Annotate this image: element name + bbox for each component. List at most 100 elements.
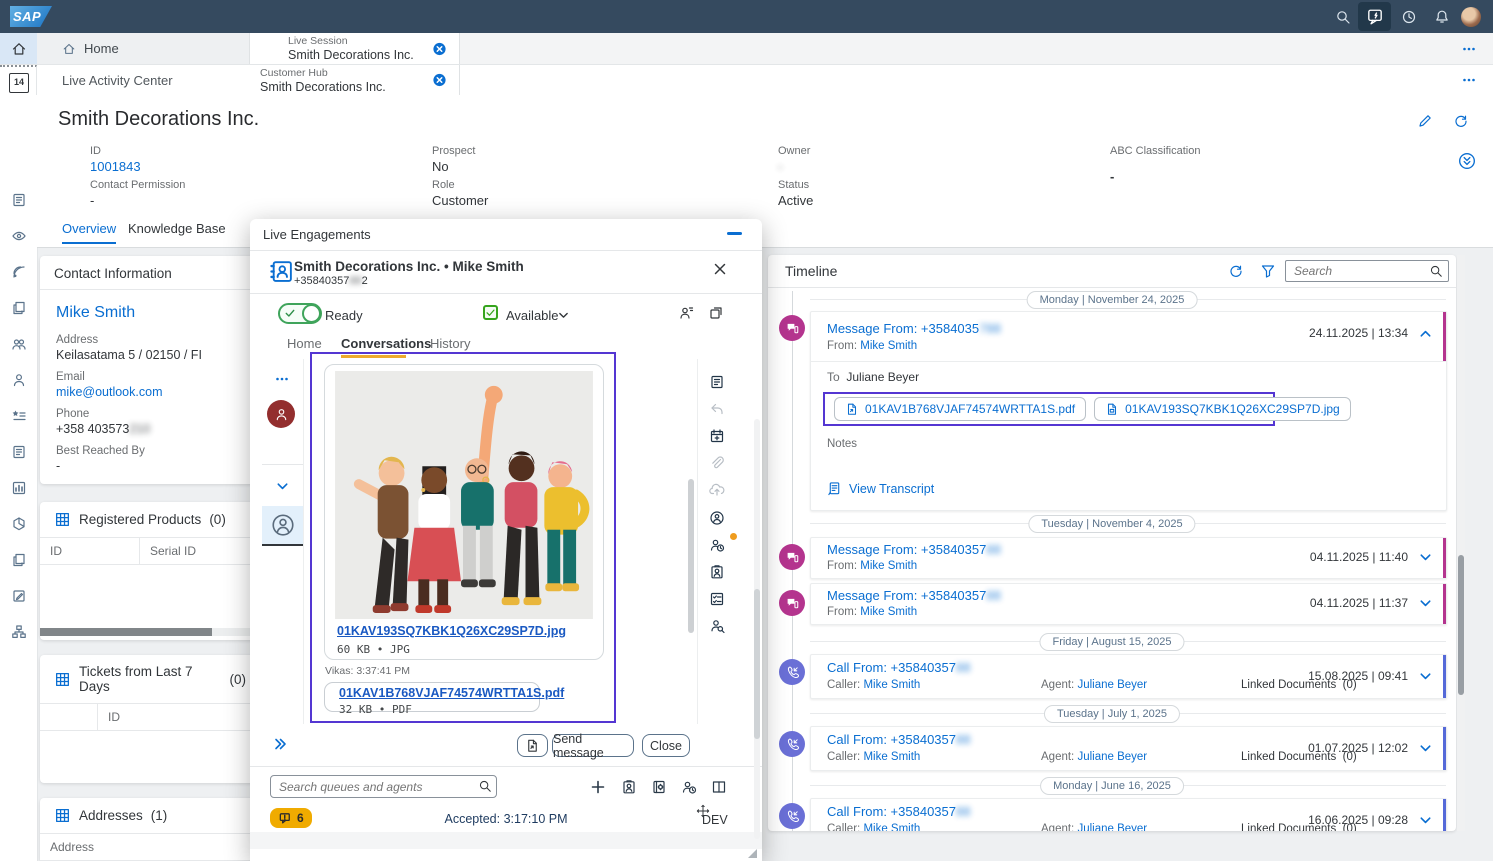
- entry-title-link[interactable]: Call From: +3584035788: [827, 660, 970, 675]
- view-transcript-link[interactable]: View Transcript: [849, 482, 934, 496]
- close-button[interactable]: Close: [642, 734, 690, 757]
- entry-title-link[interactable]: Message From: +3584035788: [827, 321, 1001, 336]
- tab-knowledge-base[interactable]: Knowledge Base: [128, 221, 226, 236]
- add-appointment-icon[interactable]: [708, 427, 725, 444]
- expand-chevron-down-icon[interactable]: [1418, 669, 1433, 684]
- person-link[interactable]: Mike Smith: [860, 606, 917, 618]
- cases-document-icon[interactable]: [10, 443, 27, 460]
- close-tab-icon[interactable]: [432, 41, 447, 56]
- person-link[interactable]: Mike Smith: [863, 823, 920, 831]
- feed-rss-icon[interactable]: [10, 263, 27, 280]
- clipboard-icon[interactable]: [620, 778, 637, 795]
- leads-star-list-icon[interactable]: [10, 407, 27, 424]
- analytics-chart-icon[interactable]: [10, 479, 27, 496]
- open-in-window-icon[interactable]: [708, 305, 724, 321]
- filter-icon[interactable]: [1260, 263, 1276, 279]
- sidebar-item-calendar[interactable]: 14: [0, 65, 37, 95]
- customer-history-icon[interactable]: [708, 536, 725, 553]
- close-icon[interactable]: [712, 261, 728, 277]
- attachment-jpg-chip[interactable]: 01KAV193SQ7KBK1Q26XC29SP7D.jpg: [1094, 397, 1351, 421]
- notifications-bell-icon[interactable]: [1433, 8, 1450, 25]
- notes-list-icon[interactable]: [708, 373, 725, 390]
- id-link[interactable]: 1001843: [90, 159, 141, 174]
- org-chart-icon[interactable]: [10, 623, 27, 640]
- user-avatar[interactable]: [1461, 7, 1481, 27]
- person-link[interactable]: Mike Smith: [863, 679, 920, 691]
- person-link[interactable]: Mike Smith: [860, 340, 917, 352]
- attachment-pdf-chip[interactable]: 01KAV1B768VJAF74574WRTTA1S.pdf: [834, 397, 1086, 421]
- live-engagements-shell-icon[interactable]: [1358, 2, 1391, 31]
- horizontal-scrollbar[interactable]: [40, 628, 260, 636]
- window-titlebar[interactable]: Live Engagements: [250, 219, 762, 251]
- jpg-attachment-link[interactable]: 01KAV193SQ7KBK1Q26XC29SP7D.jpg: [337, 624, 566, 638]
- minimize-icon[interactable]: [727, 232, 742, 235]
- tab-overview[interactable]: Overview: [62, 221, 116, 244]
- collapse-chevron-up-icon[interactable]: [1418, 326, 1433, 341]
- survey-checklist-icon[interactable]: [708, 590, 725, 607]
- person-link[interactable]: Juliane Beyer: [1077, 823, 1147, 831]
- close-tab-icon[interactable]: [432, 73, 447, 88]
- pdf-attachment-link[interactable]: 01KAV1B768VJAF74574WRTTA1S.pdf: [339, 686, 564, 700]
- entry-title-link[interactable]: Call From: +3584035788: [827, 732, 970, 747]
- resize-handle[interactable]: [748, 849, 757, 858]
- expand-chevron-down-icon[interactable]: [1418, 741, 1433, 756]
- engage-tab-history[interactable]: History: [430, 336, 470, 351]
- upload-cloud-icon[interactable]: [708, 481, 725, 498]
- timeline-search-input[interactable]: [1285, 260, 1449, 282]
- ready-toggle[interactable]: [278, 303, 322, 324]
- person-link[interactable]: Juliane Beyer: [1077, 751, 1147, 763]
- entry-title-link[interactable]: Message From: +3584035788: [827, 542, 1001, 557]
- person-link[interactable]: Juliane Beyer: [1077, 679, 1147, 691]
- search-icon[interactable]: [1334, 8, 1351, 25]
- products-hexagon-icon[interactable]: [10, 515, 27, 532]
- overflow-menu-icon[interactable]: [274, 371, 290, 387]
- expand-panel-icon[interactable]: [272, 736, 288, 752]
- copy-pages-icon[interactable]: [10, 299, 27, 316]
- entry-title-link[interactable]: Message From: +3584035788: [827, 588, 1001, 603]
- chevron-down-icon[interactable]: [557, 309, 570, 322]
- customer-profile-icon[interactable]: [708, 509, 725, 526]
- contact-name-link[interactable]: Mike Smith: [56, 304, 244, 322]
- entry-title-link[interactable]: Call From: +3584035788: [827, 804, 970, 819]
- reply-icon[interactable]: [708, 400, 725, 417]
- queue-search-input[interactable]: [270, 775, 497, 798]
- search-icon[interactable]: [478, 779, 492, 793]
- tab-live-activity-center[interactable]: Live Activity Center: [37, 65, 250, 95]
- overflow-menu-icon[interactable]: [1461, 41, 1477, 57]
- refresh-icon[interactable]: [1228, 263, 1244, 279]
- collapse-header-icon[interactable]: [1458, 152, 1476, 170]
- attachment-paperclip-icon[interactable]: [708, 454, 725, 471]
- add-plus-icon[interactable]: [589, 778, 606, 795]
- contacts-person-icon[interactable]: [10, 371, 27, 388]
- available-checkbox[interactable]: [483, 305, 498, 320]
- assign-contact-icon[interactable]: [708, 563, 725, 580]
- export-document-button[interactable]: [517, 734, 548, 757]
- customer-avatar-icon[interactable]: [267, 400, 295, 428]
- attached-image-people-illustration[interactable]: [335, 371, 593, 619]
- agent-settings-icon[interactable]: [678, 305, 694, 321]
- vertical-scrollbar[interactable]: [1457, 255, 1465, 831]
- expand-chevron-down-icon[interactable]: [1418, 813, 1433, 828]
- edit-pencil-icon[interactable]: [1417, 113, 1433, 129]
- sidebar-item-home[interactable]: [0, 33, 38, 64]
- accounts-people-icon[interactable]: [10, 335, 27, 352]
- chevron-down-icon[interactable]: [275, 479, 290, 494]
- library-copy-icon[interactable]: [10, 551, 27, 568]
- expand-chevron-down-icon[interactable]: [1418, 550, 1433, 565]
- history-clock-icon[interactable]: [1400, 8, 1417, 25]
- overflow-menu-icon[interactable]: [1461, 72, 1477, 88]
- tab-live-session[interactable]: Live Session Smith Decorations Inc.: [250, 33, 460, 64]
- document-icon[interactable]: [10, 191, 27, 208]
- tab-home[interactable]: Home: [37, 33, 250, 64]
- send-message-button[interactable]: Send message: [552, 734, 634, 757]
- agent-status-icon[interactable]: [680, 778, 697, 795]
- window-scrollbar[interactable]: [754, 419, 760, 839]
- refresh-icon[interactable]: [1453, 113, 1469, 129]
- visits-eye-icon[interactable]: [10, 227, 27, 244]
- surveys-note-icon[interactable]: [10, 587, 27, 604]
- engage-tab-home[interactable]: Home: [287, 336, 322, 351]
- find-agent-icon[interactable]: [708, 617, 725, 634]
- expand-chevron-down-icon[interactable]: [1418, 596, 1433, 611]
- person-link[interactable]: Mike Smith: [860, 560, 917, 572]
- person-link[interactable]: Mike Smith: [863, 751, 920, 763]
